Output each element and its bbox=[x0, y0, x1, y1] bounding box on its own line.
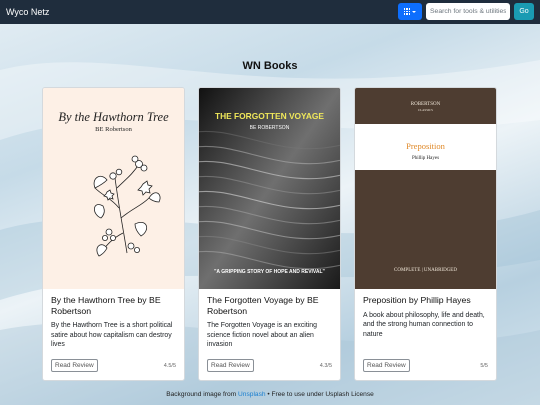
book-description: A book about philosophy, life and death,… bbox=[363, 311, 485, 338]
navbar-actions: Go bbox=[398, 3, 534, 20]
cover-title: Preposition bbox=[406, 141, 445, 151]
footer-prefix: Background image from bbox=[166, 391, 237, 398]
book-title: The Forgotten Voyage by BE Robertson bbox=[207, 295, 319, 316]
cover-author: BE Robertson bbox=[95, 126, 132, 133]
book-rating: 5/5 bbox=[480, 362, 488, 369]
brand-logo[interactable]: Wyco Netz bbox=[6, 0, 49, 24]
read-review-button[interactable]: Read Review bbox=[51, 359, 98, 372]
cover-footer: COMPLETE | UNABRIDGED bbox=[394, 268, 457, 273]
cover-author: BE ROBERTSON bbox=[250, 125, 290, 131]
book-card: By the Hawthorn Tree BE Robertson By the… bbox=[42, 87, 185, 381]
book-rating: 4.3/5 bbox=[319, 362, 332, 369]
cover-publisher: ROBERTSON bbox=[411, 102, 441, 107]
apps-menu-button[interactable] bbox=[398, 3, 422, 20]
top-navbar: Wyco Netz Go bbox=[0, 0, 540, 24]
cover-tagline: "A GRIPPING STORY OF HOPE AND REVIVAL" bbox=[214, 269, 325, 275]
search-go-button[interactable]: Go bbox=[514, 3, 534, 20]
book-card: THE FORGOTTEN VOYAGE BE ROBERTSON "A GRI… bbox=[198, 87, 341, 381]
book-description: By the Hawthorn Tree is a short politica… bbox=[51, 322, 173, 349]
search-input[interactable] bbox=[426, 3, 510, 20]
cover-series: CLASSICS bbox=[418, 108, 433, 112]
book-cover: By the Hawthorn Tree BE Robertson bbox=[43, 88, 184, 289]
read-review-button[interactable]: Read Review bbox=[363, 359, 410, 372]
book-cover: THE FORGOTTEN VOYAGE BE ROBERTSON "A GRI… bbox=[199, 88, 340, 289]
cover-author: Phillip Hayes bbox=[412, 156, 439, 161]
read-review-button[interactable]: Read Review bbox=[207, 359, 254, 372]
book-cover: ROBERTSON CLASSICS Preposition Phillip H… bbox=[355, 88, 496, 289]
grid-icon bbox=[403, 8, 411, 15]
cover-title: By the Hawthorn Tree bbox=[58, 110, 169, 124]
hawthorn-illustration bbox=[93, 155, 161, 257]
unsplash-link[interactable]: Unsplash bbox=[238, 391, 266, 398]
book-description: The Forgotten Voyage is an exciting scie… bbox=[207, 322, 317, 349]
book-card: ROBERTSON CLASSICS Preposition Phillip H… bbox=[354, 87, 497, 381]
caret-down-icon bbox=[412, 10, 417, 13]
book-title: Preposition by Phillip Hayes bbox=[363, 295, 471, 305]
page-footer: Background image from Unsplash • Free to… bbox=[0, 391, 540, 398]
footer-suffix: • Free to use under Usplash License bbox=[267, 391, 374, 398]
book-title: By the Hawthorn Tree by BE Robertson bbox=[51, 295, 161, 316]
book-rating: 4.5/5 bbox=[163, 362, 176, 369]
cover-title: THE FORGOTTEN VOYAGE bbox=[215, 111, 324, 121]
page-title: WN Books bbox=[242, 60, 298, 72]
